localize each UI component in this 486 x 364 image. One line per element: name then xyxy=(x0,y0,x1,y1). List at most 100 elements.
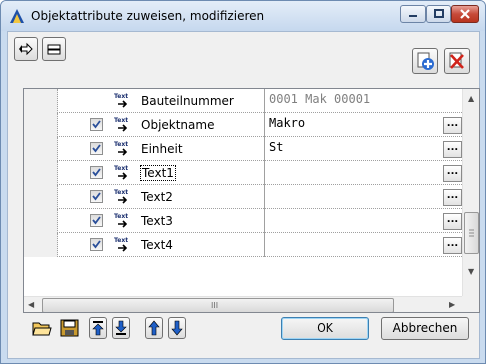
svg-text:Text: Text xyxy=(114,165,128,172)
browse-button[interactable]: ... xyxy=(443,165,462,182)
open-folder-icon xyxy=(32,322,52,336)
table-row[interactable]: Text Objektname Makro ... xyxy=(24,113,462,137)
attribute-checkbox[interactable] xyxy=(90,214,103,227)
check-icon xyxy=(92,168,101,177)
attribute-name: Text1 xyxy=(140,165,176,181)
text-attribute-icon: Text xyxy=(114,165,128,180)
attribute-checkbox[interactable] xyxy=(90,190,103,203)
svg-text:Text: Text xyxy=(114,117,128,124)
add-attribute-button[interactable] xyxy=(412,48,438,74)
attribute-value-cell[interactable]: ... xyxy=(264,209,462,233)
check-icon xyxy=(92,216,101,225)
move-bottom-button[interactable] xyxy=(168,317,186,339)
check-icon xyxy=(92,144,101,153)
svg-text:Text: Text xyxy=(114,189,128,196)
table-row[interactable]: Text Bauteilnummer 0001 Mak 00001 xyxy=(24,89,462,113)
attribute-name: Text4 xyxy=(141,238,173,252)
dialog-window: Objektattribute zuweisen, modifizieren T… xyxy=(0,0,486,364)
scroll-down-icon[interactable]: ▼ xyxy=(468,267,474,276)
table-row[interactable]: Text Text4 ... xyxy=(24,233,462,257)
browse-button[interactable]: ... xyxy=(443,117,462,134)
attribute-checkbox[interactable] xyxy=(90,238,103,251)
window-title: Objektattribute zuweisen, modifizieren xyxy=(31,9,265,23)
svg-text:Text: Text xyxy=(114,213,128,220)
show-tool-button[interactable] xyxy=(14,37,38,61)
attribute-name: Text2 xyxy=(141,190,173,204)
browse-button[interactable]: ... xyxy=(443,141,462,158)
text-attribute-icon: Text xyxy=(114,141,128,156)
maximize-icon xyxy=(433,9,444,18)
attribute-value-cell[interactable]: ... xyxy=(264,161,462,185)
move-top-icon xyxy=(92,321,104,336)
attribute-checkbox[interactable] xyxy=(90,166,103,179)
scroll-left-icon[interactable]: ◀ xyxy=(28,300,34,309)
row-header xyxy=(24,185,58,209)
attribute-value: Makro xyxy=(269,116,306,130)
browse-button[interactable]: ... xyxy=(443,237,462,254)
cancel-button[interactable]: Abbrechen xyxy=(381,317,469,340)
text-attribute-icon: Text xyxy=(114,93,128,108)
attribute-value-cell[interactable]: St ... xyxy=(264,137,462,161)
row-header xyxy=(24,233,58,257)
title-bar[interactable]: Objektattribute zuweisen, modifizieren xyxy=(1,1,485,31)
delete-attribute-button[interactable] xyxy=(444,48,470,74)
vertical-scroll-thumb[interactable] xyxy=(464,212,479,254)
horizontal-scrollbar[interactable]: ◀ III ▶ xyxy=(24,296,462,312)
scroll-up-icon[interactable]: ▲ xyxy=(468,94,474,103)
grip-label: III xyxy=(211,301,219,310)
app-icon xyxy=(10,9,24,23)
move-down-icon xyxy=(115,320,127,335)
table-row[interactable]: Text Text1 ... xyxy=(24,161,462,185)
table-row[interactable]: Text Text3 ... xyxy=(24,209,462,233)
open-folder-button[interactable] xyxy=(31,317,53,339)
move-bottom-icon xyxy=(171,320,183,336)
text-attribute-icon: Text xyxy=(114,237,128,252)
browse-button[interactable]: ... xyxy=(443,213,462,230)
attribute-value: 0001 Mak 00001 xyxy=(269,92,371,106)
text-attribute-icon: Text xyxy=(114,189,128,204)
hide-tool-button[interactable] xyxy=(42,37,66,61)
svg-text:Text: Text xyxy=(114,237,128,244)
close-button[interactable] xyxy=(451,5,479,23)
text-attribute-icon: Text xyxy=(114,117,128,132)
check-icon xyxy=(92,192,101,201)
vertical-scrollbar[interactable]: ▲ ▼ xyxy=(462,89,479,296)
save-button[interactable] xyxy=(59,317,81,339)
minimize-button[interactable] xyxy=(400,5,426,23)
table-row[interactable]: Text Text2 ... xyxy=(24,185,462,209)
add-attribute-icon xyxy=(417,52,434,70)
move-top-button[interactable] xyxy=(89,317,107,339)
attribute-name: Text3 xyxy=(141,214,173,228)
maximize-button[interactable] xyxy=(426,5,451,23)
row-header xyxy=(24,209,58,233)
delete-attribute-icon xyxy=(449,52,464,69)
move-down-button[interactable] xyxy=(112,317,130,339)
attribute-value: St xyxy=(269,140,284,154)
attribute-value-cell[interactable]: 0001 Mak 00001 xyxy=(264,89,462,113)
attribute-value-cell[interactable]: ... xyxy=(264,233,462,257)
svg-text:Text: Text xyxy=(114,93,128,100)
grip-icon xyxy=(469,229,474,237)
attribute-value-cell[interactable]: ... xyxy=(264,185,462,209)
row-header xyxy=(24,137,58,161)
save-icon xyxy=(60,319,79,337)
scroll-right-icon[interactable]: ▶ xyxy=(449,300,455,309)
browse-button[interactable]: ... xyxy=(443,189,462,206)
attribute-rows: Text Bauteilnummer 0001 Mak 00001 Text O… xyxy=(24,89,462,296)
attribute-name: Bauteilnummer xyxy=(141,94,234,108)
attribute-checkbox[interactable] xyxy=(90,142,103,155)
close-icon xyxy=(460,9,470,19)
attribute-name: Einheit xyxy=(141,142,183,156)
row-header xyxy=(24,161,58,185)
check-icon xyxy=(92,240,101,249)
table-row[interactable]: Text Einheit St ... xyxy=(24,137,462,161)
attribute-value-cell[interactable]: Makro ... xyxy=(264,113,462,137)
svg-text:Text: Text xyxy=(114,141,128,148)
horizontal-scroll-thumb[interactable]: III xyxy=(42,298,394,312)
text-attribute-icon: Text xyxy=(114,213,128,228)
attribute-checkbox[interactable] xyxy=(90,118,103,131)
attribute-name: Objektname xyxy=(141,118,215,132)
move-up-button[interactable] xyxy=(145,317,163,339)
show-tool-icon xyxy=(19,42,33,56)
ok-button[interactable]: OK xyxy=(281,317,369,340)
